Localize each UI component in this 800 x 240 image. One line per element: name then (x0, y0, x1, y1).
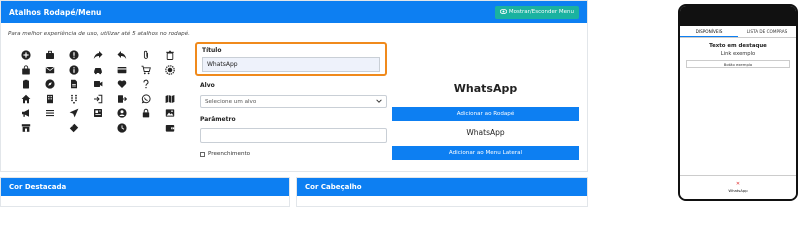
highlight-color-card: Cor Destacada (0, 177, 290, 207)
phone-tab-available[interactable]: DISPONÍVEIS (680, 26, 738, 37)
news-icon[interactable] (93, 108, 103, 118)
share-icon[interactable] (93, 50, 103, 60)
card-title: Atalhos Rodapé/Menu (9, 7, 102, 17)
megaphone-icon[interactable] (21, 108, 31, 118)
menu-icon[interactable] (45, 108, 55, 118)
badge-icon[interactable] (165, 64, 175, 75)
add-footer-button[interactable]: Adicionar ao Rodapé (392, 107, 579, 121)
send-icon[interactable] (69, 108, 79, 118)
clipboard-icon[interactable] (21, 79, 31, 89)
briefcase-icon[interactable] (45, 50, 55, 60)
target-select[interactable]: Selecione um alvo (200, 95, 387, 108)
phone-status-bar (680, 6, 796, 26)
phone-example-button[interactable]: Botão exemplo (686, 60, 790, 68)
compass-icon[interactable] (45, 79, 55, 89)
fill-checkbox-row[interactable]: Preenchimento (200, 151, 250, 157)
building-icon[interactable] (45, 94, 55, 104)
phone-example-link[interactable]: Link exemplo (680, 51, 796, 57)
map-icon[interactable] (165, 94, 175, 104)
add-menu-button[interactable]: Adicionar ao Menu Lateral (392, 146, 579, 160)
info-circle-icon[interactable] (69, 65, 79, 75)
wallet-icon[interactable] (165, 123, 175, 133)
question-icon[interactable] (141, 79, 151, 89)
user-circle-icon[interactable] (117, 108, 127, 118)
intro-text: Para melhor experiência de uso, utilizar… (8, 31, 190, 37)
alert-circle-icon[interactable] (69, 50, 79, 60)
grid-empty-slot (45, 123, 55, 133)
login-icon[interactable] (93, 94, 103, 104)
document-icon[interactable] (69, 79, 79, 89)
target-label: Alvo (200, 82, 215, 89)
phone-tab-shopping-list[interactable]: LISTA DE COMPRAS (738, 26, 796, 37)
heart-icon[interactable] (117, 79, 127, 89)
grid-empty-slot (165, 79, 175, 89)
phone-footer: ✕ WhatsApp (680, 175, 796, 199)
header-color-header: Cor Cabeçalho (297, 178, 587, 196)
icon-picker-grid (14, 48, 194, 135)
dialpad-icon[interactable] (69, 94, 79, 104)
toggle-menu-button[interactable]: Mostrar/Esconder Menu (494, 5, 579, 19)
preview-text: WhatsApp (466, 128, 505, 137)
shortcuts-card-header: Atalhos Rodapé/Menu Mostrar/Esconder Men… (1, 1, 587, 23)
grid-empty-slot (93, 123, 103, 133)
ticket-icon[interactable] (69, 123, 79, 133)
highlight-color-header: Cor Destacada (1, 178, 289, 196)
target-select-value: Selecione um alvo (205, 98, 257, 105)
paperclip-icon[interactable] (141, 50, 151, 60)
mail-icon[interactable] (45, 65, 55, 75)
title-label: Título (202, 47, 222, 54)
title-field-group: Título WhatsApp (195, 42, 387, 76)
store-icon[interactable] (21, 123, 31, 133)
logout-icon[interactable] (117, 94, 127, 104)
car-icon[interactable] (93, 65, 103, 75)
lock-icon[interactable] (141, 108, 151, 118)
grid-empty-slot (141, 123, 151, 133)
trash-icon[interactable] (165, 50, 175, 61)
bag-icon[interactable] (21, 65, 31, 75)
cart-icon[interactable] (141, 65, 151, 75)
toggle-menu-label: Mostrar/Esconder Menu (508, 9, 574, 15)
title-input[interactable]: WhatsApp (202, 57, 380, 72)
credit-card-icon[interactable] (117, 65, 127, 75)
fill-checkbox-label: Preenchimento (208, 151, 251, 157)
close-icon[interactable]: ✕ (736, 182, 740, 187)
eye-icon (499, 8, 508, 16)
home-icon[interactable] (21, 94, 31, 104)
phone-tabs: DISPONÍVEIS LISTA DE COMPRAS (680, 26, 796, 38)
whatsapp-icon[interactable] (141, 94, 151, 104)
param-label: Parâmetro (200, 116, 236, 123)
phone-footer-label[interactable]: WhatsApp (728, 188, 747, 193)
param-input[interactable] (200, 128, 387, 143)
reply-icon[interactable] (117, 50, 127, 60)
phone-highlight-text: Texto em destaque (709, 43, 767, 49)
gallery-icon[interactable] (165, 108, 175, 118)
phone-preview: DISPONÍVEIS LISTA DE COMPRAS Texto em de… (678, 4, 798, 201)
fill-checkbox[interactable] (200, 151, 205, 157)
film-icon[interactable] (93, 79, 103, 89)
clock-icon[interactable] (117, 123, 127, 133)
chevron-down-icon (376, 98, 382, 105)
preview-title: WhatsApp (453, 82, 518, 95)
header-color-card: Cor Cabeçalho (296, 177, 588, 207)
plus-circle-icon[interactable] (21, 50, 31, 60)
